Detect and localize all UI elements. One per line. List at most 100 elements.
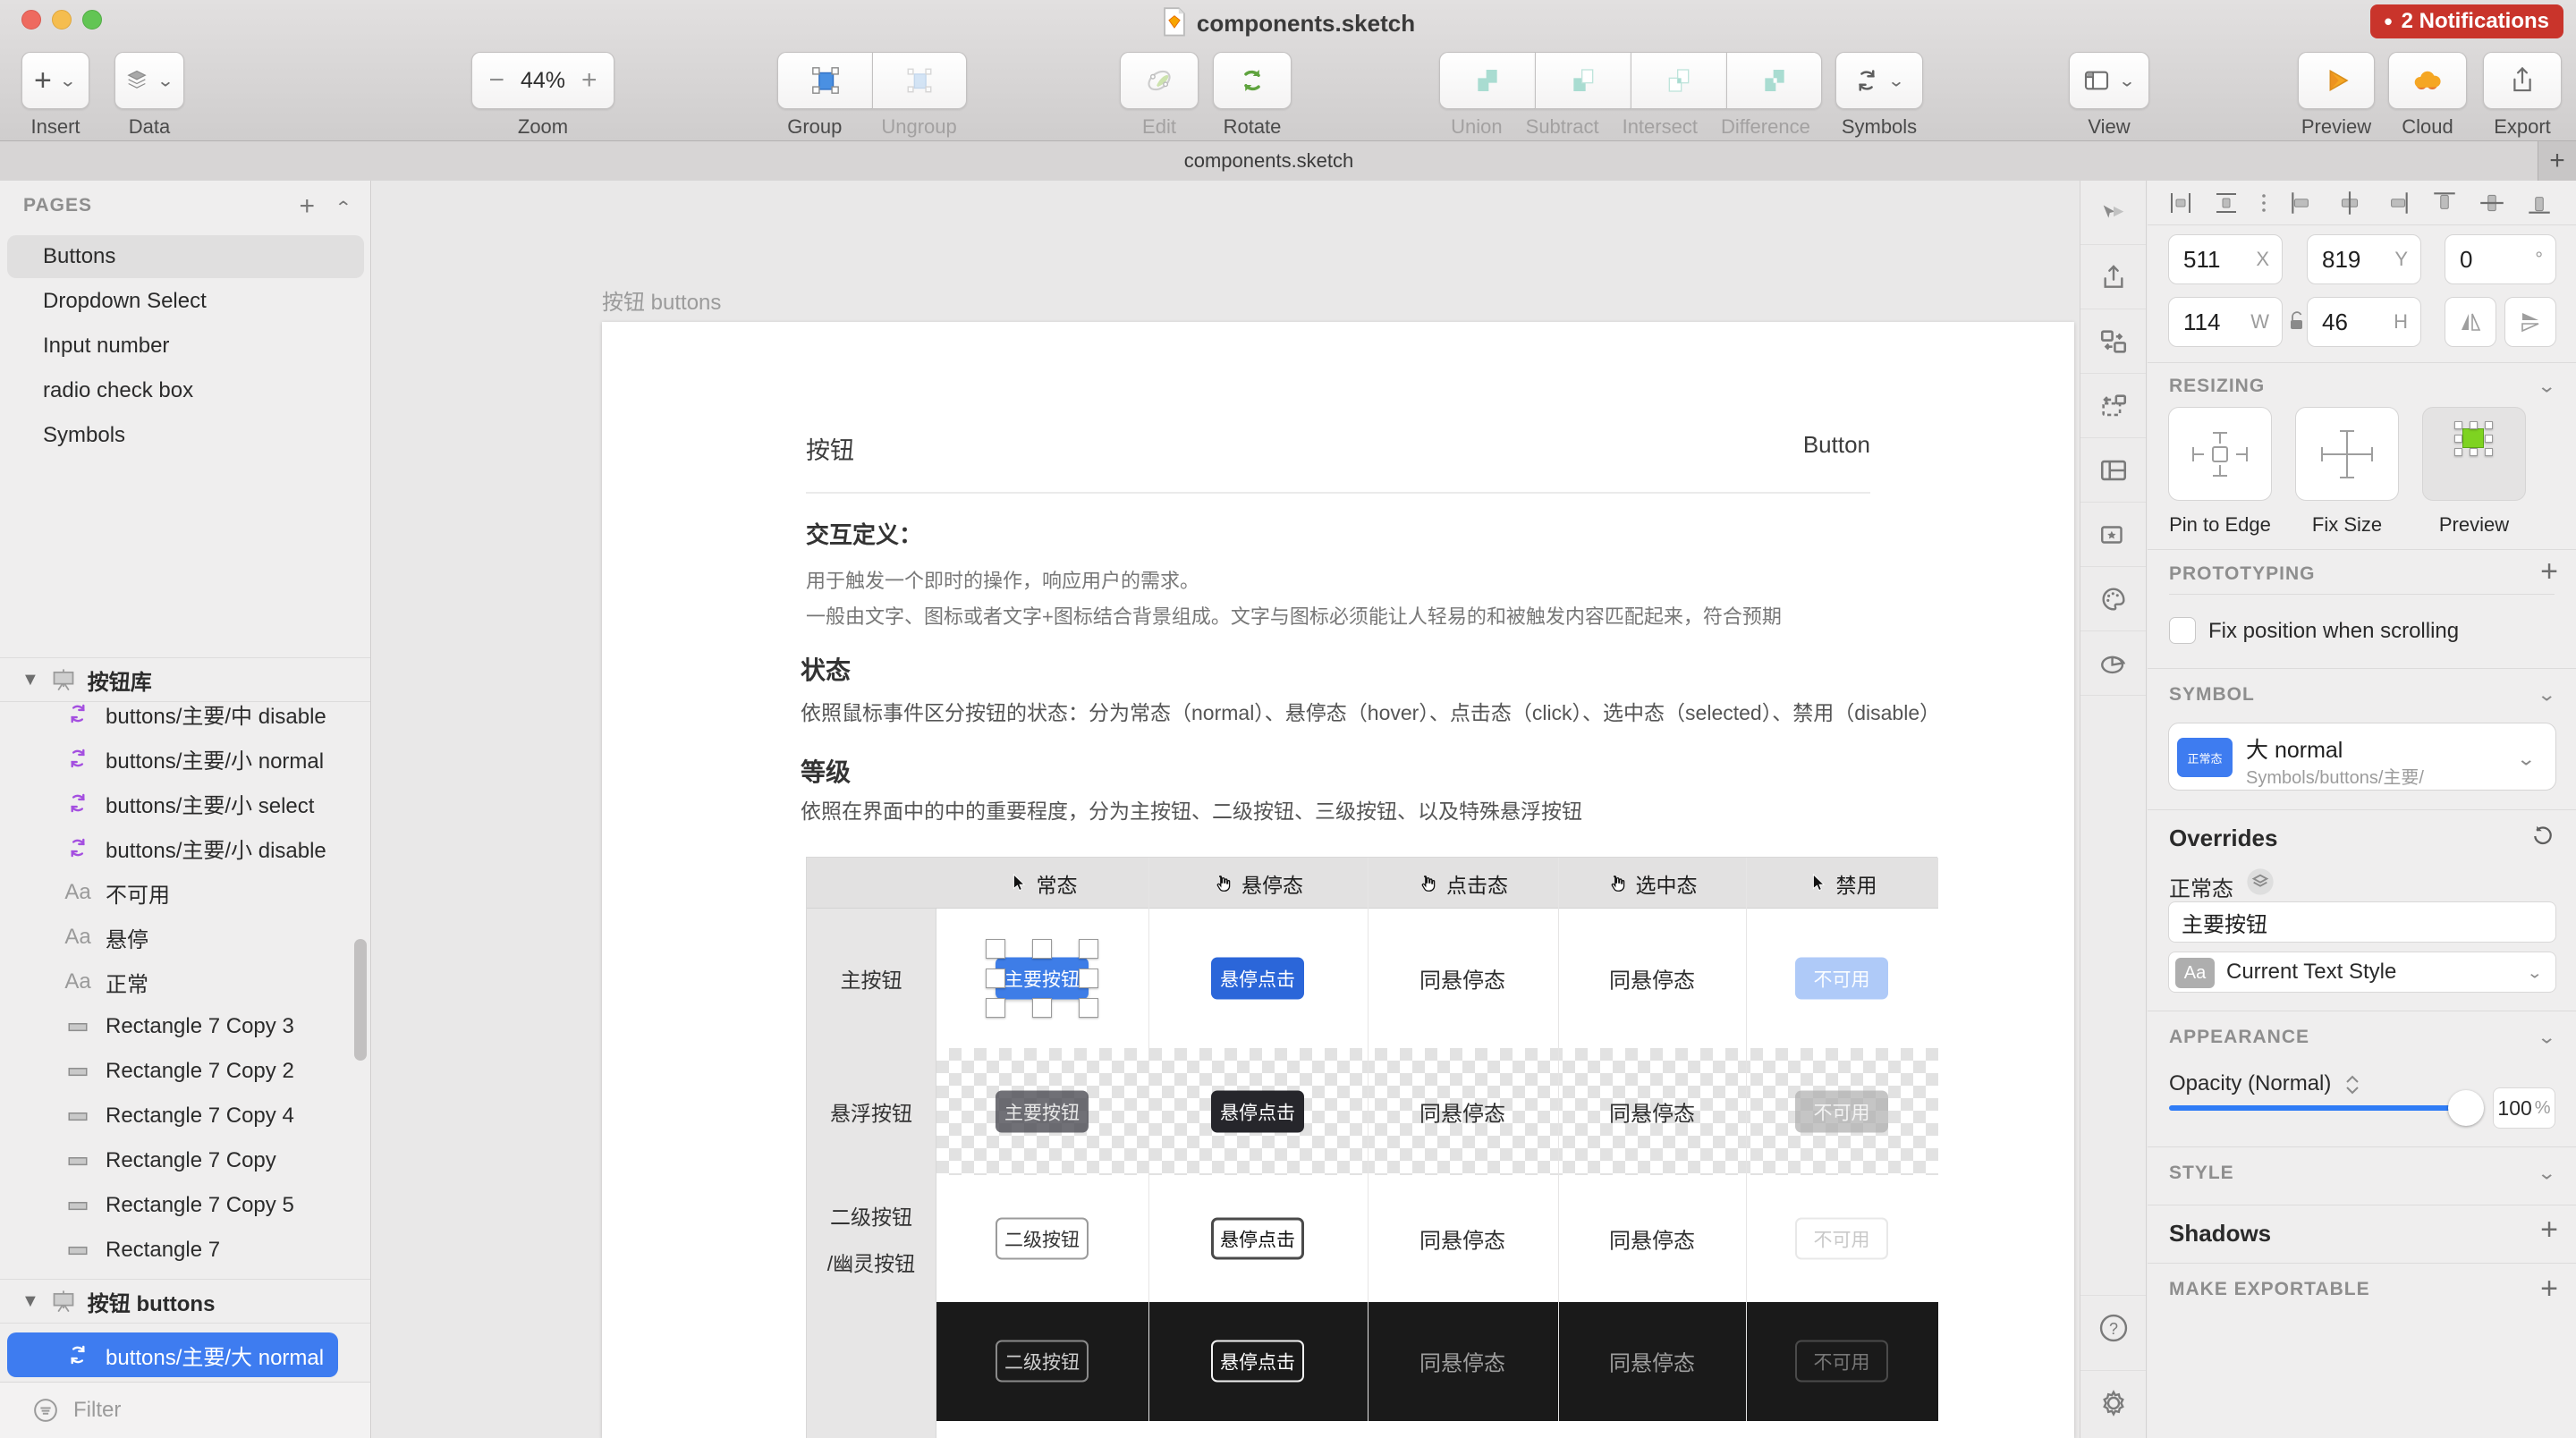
collapse-resizing-icon[interactable]: ⌄ — [2537, 375, 2556, 397]
canvas-button-dark-normal[interactable]: 二级按钮 — [996, 1340, 1089, 1383]
zoom-out-icon[interactable]: − — [488, 65, 504, 96]
canvas-button-ghost-disabled[interactable]: 不可用 — [1795, 1217, 1888, 1260]
canvas-text[interactable]: 同悬停态 — [1609, 1096, 1695, 1128]
palette-button[interactable] — [2080, 567, 2146, 631]
layer-section-artboard[interactable]: ▼ 按钮 buttons — [0, 1279, 370, 1324]
align-bottom-icon[interactable] — [2525, 189, 2554, 217]
insert-button[interactable]: + ⌄ — [21, 52, 89, 109]
selection-handle[interactable] — [986, 998, 1005, 1018]
align-top-icon[interactable] — [2430, 189, 2459, 217]
swap-instance-button[interactable] — [2080, 309, 2146, 374]
canvas-text[interactable]: 同悬停态 — [1419, 1346, 1505, 1377]
flip-vertical-button[interactable] — [2504, 297, 2556, 347]
cloud-button[interactable] — [2388, 52, 2467, 109]
selection-handle[interactable] — [1032, 998, 1052, 1018]
detach-symbol-button[interactable] — [2080, 374, 2146, 438]
layer-item[interactable]: Rectangle 7 — [0, 1228, 370, 1273]
layer-item-selected[interactable]: buttons/主要/大 normal — [7, 1332, 338, 1377]
export-button[interactable] — [2483, 52, 2562, 109]
canvas-button-float-hover[interactable]: 悬停点击 — [1211, 1090, 1304, 1133]
override-layers-icon[interactable] — [2246, 867, 2275, 896]
layer-item[interactable]: buttons/主要/小 normal — [0, 736, 370, 781]
y-position-input[interactable] — [2322, 235, 2402, 283]
flip-horizontal-button[interactable] — [2445, 297, 2496, 347]
canvas-button-float-disabled[interactable]: 不可用 — [1795, 1090, 1888, 1133]
reset-overrides-icon[interactable] — [2529, 823, 2556, 850]
group-button[interactable] — [777, 52, 872, 109]
fix-size-option[interactable] — [2295, 407, 2399, 501]
more-options-icon[interactable] — [2258, 190, 2269, 216]
canvas-button-primary-hover[interactable]: 悬停点击 — [1211, 957, 1304, 1000]
layer-item[interactable]: Rectangle 7 Copy 3 — [0, 1004, 370, 1049]
new-tab-button[interactable]: + — [2538, 141, 2576, 181]
layer-item[interactable]: Aa 不可用 — [0, 870, 370, 915]
layout-settings-button[interactable] — [2080, 438, 2146, 503]
align-center-horizontal-icon[interactable] — [2335, 189, 2364, 217]
triangle-down-icon[interactable]: ▼ — [21, 670, 39, 690]
add-prototype-link-button[interactable]: + — [2540, 554, 2558, 589]
canvas-text[interactable]: 同悬停态 — [1609, 963, 1695, 994]
align-right-icon[interactable] — [2383, 189, 2411, 217]
selection-handle[interactable] — [986, 939, 1005, 959]
triangle-down-icon[interactable]: ▼ — [21, 1291, 39, 1312]
opacity-stepper-icon[interactable] — [2343, 1073, 2362, 1096]
export-panel-button[interactable] — [2080, 245, 2146, 309]
layer-item[interactable]: Rectangle 7 Copy 2 — [0, 1049, 370, 1094]
edit-button[interactable] — [1120, 52, 1199, 109]
symbols-button[interactable]: ⌄ — [1835, 52, 1923, 109]
canvas-button-primary-normal[interactable]: 主要按钮 — [996, 957, 1089, 1000]
canvas[interactable]: 按钮 buttons 按钮 Button 交互定义： 用于触发一个即时的操作，响… — [372, 181, 2080, 1438]
page-item-buttons[interactable]: Buttons — [7, 235, 364, 278]
align-left-icon[interactable] — [2288, 189, 2317, 217]
layer-item[interactable]: Aa 正常 — [0, 960, 370, 1004]
artboard[interactable]: 按钮 Button 交互定义： 用于触发一个即时的操作，响应用户的需求。 一般由… — [602, 322, 2074, 1438]
collapse-style-icon[interactable]: ⌄ — [2537, 1162, 2556, 1184]
collapse-pages-icon[interactable]: ⌃ — [335, 198, 352, 218]
add-shadow-button[interactable]: + — [2540, 1213, 2558, 1248]
canvas-text[interactable]: 同悬停态 — [1419, 963, 1505, 994]
view-button[interactable]: ⌄ — [2069, 52, 2149, 109]
canvas-button-ghost-hover[interactable]: 悬停点击 — [1211, 1217, 1304, 1260]
zoom-in-icon[interactable]: + — [581, 65, 597, 96]
height-input[interactable] — [2322, 298, 2402, 346]
layer-item[interactable]: Rectangle 7 Copy — [0, 1138, 370, 1183]
page-item-dropdown-select[interactable]: Dropdown Select — [7, 280, 364, 323]
rotation-input[interactable] — [2460, 235, 2538, 283]
x-position-input[interactable] — [2183, 235, 2263, 283]
distribute-vertical-icon[interactable] — [2213, 190, 2240, 216]
scale-tool-button[interactable] — [2080, 181, 2146, 245]
canvas-text[interactable]: 同悬停态 — [1419, 1096, 1505, 1128]
text-style-dropdown[interactable]: Aa Current Text Style ⌄ — [2168, 952, 2556, 993]
canvas-text[interactable]: 同悬停态 — [1609, 1223, 1695, 1255]
rotate-button[interactable] — [1213, 52, 1292, 109]
pin-to-edge-option[interactable] — [2168, 407, 2272, 501]
collapse-symbol-icon[interactable]: ⌄ — [2537, 683, 2556, 706]
data-button[interactable]: ⌄ — [114, 52, 184, 109]
selection-handle[interactable] — [986, 969, 1005, 988]
selection-handle[interactable] — [1079, 939, 1098, 959]
collapse-appearance-icon[interactable]: ⌄ — [2537, 1026, 2556, 1048]
opacity-value-field[interactable]: 100% — [2493, 1087, 2555, 1129]
layer-item[interactable]: buttons/主要/小 disable — [0, 825, 370, 870]
union-button[interactable] — [1439, 52, 1535, 109]
filter-input[interactable] — [73, 1398, 324, 1423]
override-text-input[interactable] — [2169, 902, 2555, 942]
layer-item[interactable]: Rectangle 7 Copy 5 — [0, 1183, 370, 1228]
document-tab[interactable]: components.sketch — [0, 141, 2538, 181]
distribute-horizontal-icon[interactable] — [2167, 190, 2194, 216]
help-button[interactable]: ? — [2080, 1295, 2146, 1359]
symbol-master-dropdown[interactable]: 正常态 大 normal Symbols/buttons/主要/ ⌄ — [2168, 723, 2556, 791]
artboard-label[interactable]: 按钮 buttons — [602, 284, 721, 316]
intersect-button[interactable] — [1631, 52, 1726, 109]
selection-handle[interactable] — [1079, 998, 1098, 1018]
layer-item[interactable]: buttons/主要/小 select — [0, 781, 370, 825]
opacity-slider-knob[interactable] — [2448, 1090, 2484, 1126]
layer-item[interactable]: Rectangle 7 Copy 4 — [0, 1094, 370, 1138]
opacity-slider-track[interactable] — [2169, 1105, 2464, 1111]
zoom-control[interactable]: − 44% + — [471, 52, 614, 109]
page-item-symbols[interactable]: Symbols — [7, 414, 364, 457]
add-page-button[interactable]: + — [299, 191, 315, 222]
layer-item[interactable]: buttons/主要/中 disable — [0, 691, 370, 736]
selection-handle[interactable] — [1032, 939, 1052, 959]
selection-handle[interactable] — [1079, 969, 1098, 988]
